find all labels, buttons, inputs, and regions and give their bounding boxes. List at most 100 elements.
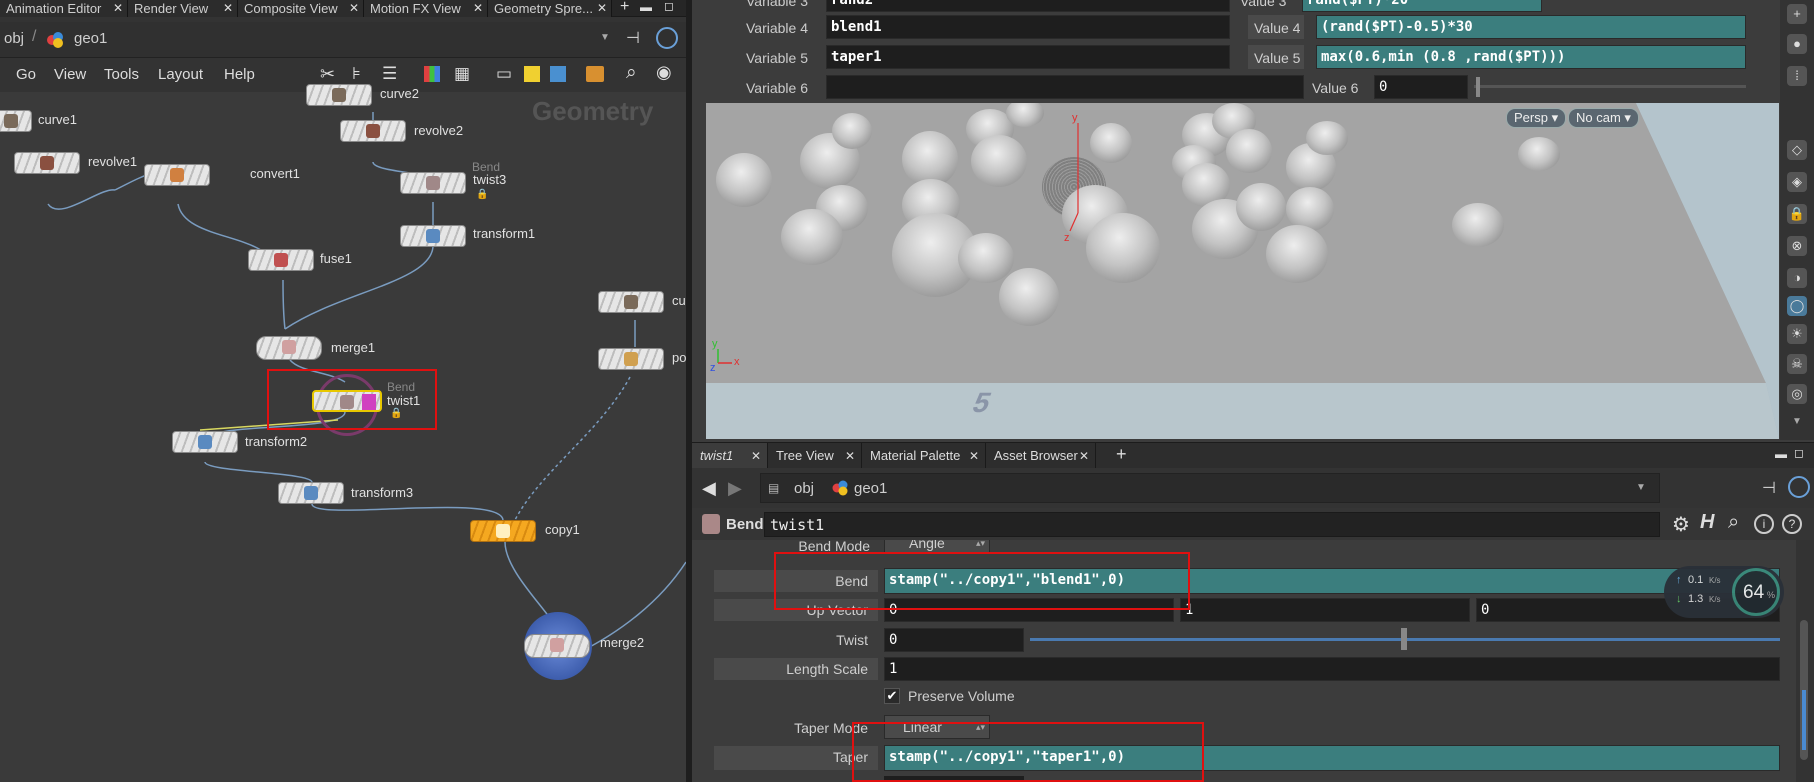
maximize-icon[interactable]: ◻ — [664, 0, 674, 13]
path-obj[interactable]: obj — [794, 480, 814, 497]
visibility-icon[interactable]: ● — [1787, 34, 1807, 54]
node-twist3[interactable] — [400, 172, 466, 194]
list-icon[interactable]: ☰ — [382, 64, 397, 84]
close-icon[interactable]: ✕ — [473, 0, 483, 17]
camera-icon[interactable]: ◎ — [1787, 384, 1807, 404]
eye-icon[interactable]: ◉ — [656, 62, 672, 83]
sticky-note-icon[interactable] — [524, 66, 540, 82]
path-geo[interactable]: geo1 — [74, 30, 107, 47]
link-icon[interactable] — [1788, 476, 1810, 498]
close-icon[interactable]: ✕ — [349, 0, 359, 17]
help-h-icon[interactable]: H — [1700, 511, 1714, 534]
variable-name-field[interactable]: blend1 — [826, 15, 1230, 39]
chevron-down-icon[interactable]: ▼ — [1636, 482, 1646, 493]
close-icon[interactable]: ✕ — [113, 0, 123, 17]
add-icon[interactable]: + — [1787, 4, 1807, 24]
network-box-icon[interactable] — [586, 66, 604, 82]
value-slider-handle[interactable] — [1476, 77, 1480, 97]
persp-menu-button[interactable]: Persp ▾ — [1506, 108, 1567, 128]
search-icon[interactable]: ⌕ — [1728, 511, 1739, 534]
pin-icon[interactable]: ⊣ — [1762, 478, 1776, 498]
window-icon[interactable]: ▭ — [496, 64, 512, 84]
menu-view[interactable]: View — [54, 66, 86, 83]
skull-icon[interactable]: ☠ — [1787, 354, 1807, 374]
length-scale-field[interactable]: 1 — [884, 657, 1780, 681]
lock-icon[interactable]: 🔒 — [1787, 204, 1807, 224]
node-transform3[interactable] — [278, 482, 344, 504]
node-point1[interactable] — [598, 348, 664, 370]
node-fuse1[interactable] — [248, 249, 314, 271]
menu-go[interactable]: Go — [16, 66, 36, 83]
color-palette-icon[interactable] — [424, 66, 440, 82]
close-icon[interactable]: ✕ — [845, 443, 855, 469]
node-transform2[interactable] — [172, 431, 238, 453]
tools-icon[interactable]: ✂ — [320, 64, 335, 85]
variable-name-field[interactable]: taper1 — [826, 45, 1230, 69]
tab-motion-fx-view[interactable]: Motion FX View ✕ — [364, 0, 488, 17]
link-icon[interactable] — [656, 27, 678, 49]
menu-help[interactable]: Help — [224, 66, 255, 83]
search-icon[interactable]: ⌕ — [626, 62, 637, 84]
value-field[interactable]: max(0.6,min (0.8 ,rand($PT))) — [1316, 45, 1746, 69]
value-field[interactable]: rand($PT)*20 — [1302, 0, 1542, 12]
close-icon[interactable]: ✕ — [1079, 443, 1089, 469]
node-convert1[interactable] — [144, 164, 210, 186]
info-icon[interactable]: i — [1754, 514, 1774, 534]
variable-name-field[interactable]: rand2 — [826, 0, 1230, 12]
path-geo[interactable]: geo1 — [854, 480, 887, 497]
tab-geometry-spreadsheet[interactable]: Geometry Spre... ✕ — [488, 0, 612, 17]
node-curve3[interactable] — [598, 291, 664, 313]
value-field[interactable]: 0 — [1374, 75, 1468, 99]
node-transform1[interactable] — [400, 225, 466, 247]
close-icon[interactable]: ✕ — [597, 0, 607, 17]
image-icon[interactable] — [550, 66, 566, 82]
help-icon[interactable]: ? — [1782, 514, 1802, 534]
close-icon[interactable]: ✕ — [969, 443, 979, 469]
node-merge1[interactable] — [256, 336, 322, 360]
forward-arrow-icon[interactable]: ▶ — [728, 478, 742, 499]
geometry-icon[interactable]: ◈ — [1787, 172, 1807, 192]
tree-icon[interactable]: ⊧ — [352, 64, 361, 84]
preserve-volume-checkbox[interactable]: ✔ — [884, 688, 900, 704]
node-curve2[interactable] — [306, 84, 372, 106]
upvector-y-field[interactable]: 1 — [1180, 598, 1470, 622]
node-merge2[interactable] — [524, 634, 590, 658]
tab-material-palette[interactable]: Material Palette ✕ — [862, 443, 986, 469]
tab-asset-browser[interactable]: Asset Browser ✕ — [986, 443, 1096, 469]
close-icon[interactable]: ✕ — [223, 0, 233, 17]
ghost-icon[interactable]: ◇ — [1787, 140, 1807, 160]
display-options-icon[interactable]: ⁞ — [1787, 66, 1807, 86]
close-icon[interactable]: ✕ — [751, 443, 761, 469]
value-slider-track[interactable] — [1474, 85, 1746, 88]
add-tab-icon[interactable]: + — [1116, 444, 1127, 465]
chevron-down-icon[interactable]: ▼ — [1792, 416, 1802, 427]
tab-tree-view[interactable]: Tree View ✕ — [768, 443, 862, 469]
path-obj[interactable]: obj — [4, 30, 24, 47]
shading-icon[interactable]: ◑ — [1787, 268, 1807, 288]
pin-icon[interactable]: ⊣ — [626, 28, 640, 48]
node-curve1[interactable] — [0, 110, 32, 132]
tab-twist1[interactable]: twist1 ✕ — [692, 443, 768, 469]
twist-field[interactable]: 0 — [884, 628, 1024, 652]
node-revolve2[interactable] — [340, 120, 406, 142]
tab-composite-view[interactable]: Composite View ✕ — [238, 0, 364, 17]
node-name-field[interactable] — [764, 512, 1660, 537]
twist-slider-handle[interactable] — [1401, 628, 1407, 650]
maximize-icon[interactable]: ◻ — [1794, 446, 1804, 460]
pane-menu-icon[interactable]: ▬ — [640, 0, 652, 14]
node-copy1[interactable] — [470, 520, 536, 542]
back-arrow-icon[interactable]: ◀ — [702, 478, 716, 499]
node-revolve1[interactable] — [14, 152, 80, 174]
light-icon[interactable]: ◯ — [1787, 296, 1807, 316]
add-tab-icon[interactable]: + — [620, 0, 629, 16]
gear-icon[interactable]: ⚙ — [1672, 512, 1690, 537]
network-canvas[interactable]: Geometry curve1 curve2 revolve1 revolve2… — [0, 84, 686, 782]
grid-icon[interactable]: ▦ — [454, 64, 470, 84]
value-field[interactable]: (rand($PT)-0.5)*30 — [1316, 15, 1746, 39]
menu-layout[interactable]: Layout — [158, 66, 203, 83]
camera-menu-button[interactable]: No cam ▾ — [1568, 108, 1639, 128]
scene-viewport[interactable]: 5 y x z y z Persp ▾ No cam ▾ — [706, 103, 1779, 439]
tab-animation-editor[interactable]: Animation Editor ✕ — [0, 0, 128, 17]
bulb-icon[interactable]: ☀ — [1787, 324, 1807, 344]
variable-name-field[interactable] — [826, 75, 1304, 99]
